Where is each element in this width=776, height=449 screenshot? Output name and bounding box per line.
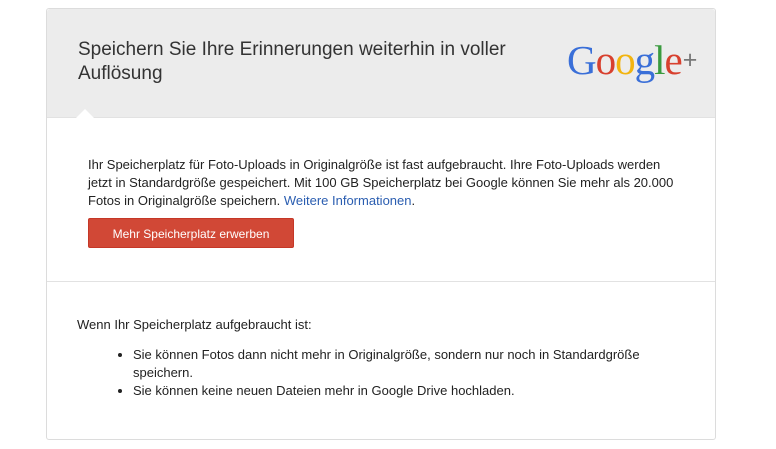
- storage-info-section: Ihr Speicherplatz für Foto-Uploads in Or…: [47, 118, 715, 282]
- google-plus-logo: Google+: [567, 37, 698, 83]
- storage-info-trailing: .: [411, 193, 416, 208]
- list-item: Sie können Fotos dann nicht mehr in Orig…: [133, 346, 643, 382]
- storage-info-text: Ihr Speicherplatz für Foto-Uploads in Or…: [88, 156, 678, 210]
- page-title: Speichern Sie Ihre Erinnerungen weiterhi…: [78, 39, 506, 84]
- consequences-list: Sie können Fotos dann nicht mehr in Orig…: [113, 346, 643, 400]
- consequences-heading: Wenn Ihr Speicherplatz aufgebraucht ist:: [77, 317, 312, 332]
- storage-notice-card: Speichern Sie Ihre Erinnerungen weiterhi…: [46, 8, 716, 440]
- card-header: Speichern Sie Ihre Erinnerungen weiterhi…: [47, 9, 715, 118]
- learn-more-link[interactable]: Weitere Informationen: [284, 193, 412, 208]
- buy-storage-button[interactable]: Mehr Speicherplatz erwerben: [88, 218, 294, 248]
- list-item: Sie können keine neuen Dateien mehr in G…: [133, 382, 643, 400]
- header-notch: [76, 109, 94, 118]
